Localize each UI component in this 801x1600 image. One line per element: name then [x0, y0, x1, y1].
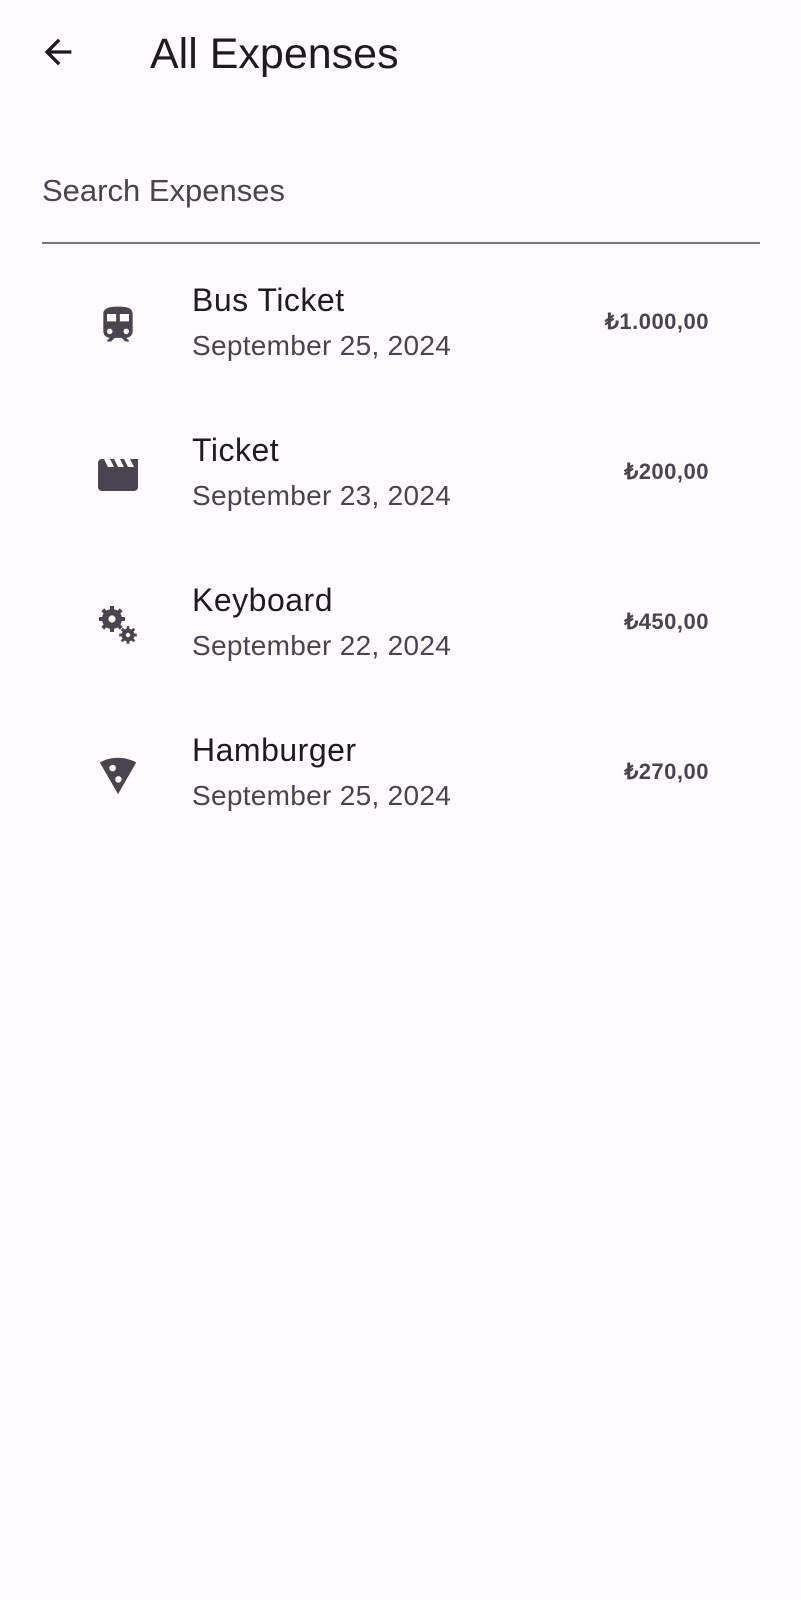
expense-date: September 25, 2024	[192, 330, 452, 361]
page-title: All Expenses	[150, 30, 399, 78]
expense-date: September 22, 2024	[192, 630, 452, 661]
expense-list: Bus Ticket September 25, 2024 ₺1.000,00 …	[0, 265, 801, 865]
expense-title: Hamburger	[192, 732, 357, 768]
movie-clapperboard-icon	[88, 445, 148, 505]
expense-amount: ₺450,00	[624, 609, 709, 634]
expense-item[interactable]: Hamburger September 25, 2024 ₺270,00	[0, 715, 801, 865]
back-button[interactable]	[30, 26, 86, 82]
expense-item[interactable]: Keyboard September 22, 2024 ₺450,00	[0, 565, 801, 715]
pizza-slice-icon	[88, 745, 148, 805]
train-icon	[88, 295, 148, 355]
expense-title: Keyboard	[192, 582, 333, 618]
app-bar: All Expenses	[0, 0, 801, 108]
expense-amount: ₺270,00	[624, 759, 709, 784]
expense-item[interactable]: Bus Ticket September 25, 2024 ₺1.000,00	[0, 265, 801, 415]
search-input[interactable]	[42, 140, 760, 244]
expense-amount: ₺200,00	[624, 459, 709, 484]
expense-amount: ₺1.000,00	[604, 309, 709, 334]
expense-title: Bus Ticket	[192, 282, 345, 318]
arrow-back-icon	[38, 32, 78, 77]
expense-date: September 25, 2024	[192, 780, 452, 811]
expense-item[interactable]: Ticket September 23, 2024 ₺200,00	[0, 415, 801, 565]
expense-date: September 23, 2024	[192, 480, 452, 511]
settings-gears-icon	[88, 595, 148, 655]
expense-title: Ticket	[192, 432, 280, 468]
search-field	[42, 140, 760, 246]
